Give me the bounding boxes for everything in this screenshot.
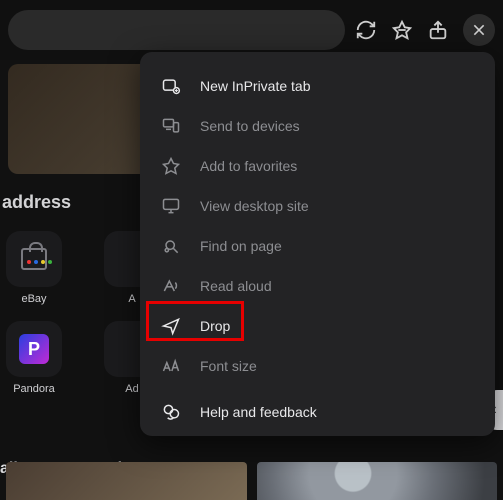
menu-item-label: Send to devices [200,118,300,134]
app-label: A [128,293,135,305]
star-icon [160,155,182,177]
tab-inprivate-icon [160,75,182,97]
menu-item-label: Font size [200,358,257,374]
find-icon [160,235,182,257]
send-devices-icon [160,115,182,137]
menu-drop[interactable]: Drop [150,306,485,346]
app-label: eBay [21,293,46,305]
close-button[interactable] [463,14,495,46]
menu-item-label: Help and feedback [200,404,317,420]
menu-item-label: Find on page [200,238,282,254]
menu-font-size[interactable]: Font size [150,346,485,386]
news-thumbnails [0,462,503,500]
address-bar[interactable] [8,10,345,50]
app-ebay[interactable]: eBay [2,231,66,305]
read-aloud-icon [160,275,182,297]
app-pandora[interactable]: P Pandora [2,321,66,395]
overflow-menu: New InPrivate tab Send to devices Add to… [140,52,495,436]
menu-item-label: Read aloud [200,278,272,294]
app-label: Ad [125,383,138,395]
menu-send-to-devices[interactable]: Send to devices [150,106,485,146]
app-label: Pandora [13,383,55,395]
menu-item-label: New InPrivate tab [200,78,311,94]
help-icon [160,401,182,423]
menu-new-inprivate-tab[interactable]: New InPrivate tab [150,66,485,106]
menu-help-feedback[interactable]: Help and feedback [150,392,485,432]
menu-item-label: View desktop site [200,198,309,214]
refresh-icon[interactable] [355,19,377,41]
menu-find-on-page[interactable]: Find on page [150,226,485,266]
menu-item-label: Add to favorites [200,158,297,174]
news-thumb-1[interactable] [6,462,247,500]
topbar-actions [355,14,495,46]
menu-view-desktop-site[interactable]: View desktop site [150,186,485,226]
drop-icon [160,315,182,337]
menu-add-to-favorites[interactable]: Add to favorites [150,146,485,186]
news-thumb-2[interactable] [257,462,498,500]
share-icon[interactable] [427,19,449,41]
font-size-icon [160,355,182,377]
browser-topbar [0,0,503,60]
menu-read-aloud[interactable]: Read aloud [150,266,485,306]
favorites-icon[interactable] [391,19,413,41]
menu-item-label: Drop [200,318,230,334]
desktop-icon [160,195,182,217]
